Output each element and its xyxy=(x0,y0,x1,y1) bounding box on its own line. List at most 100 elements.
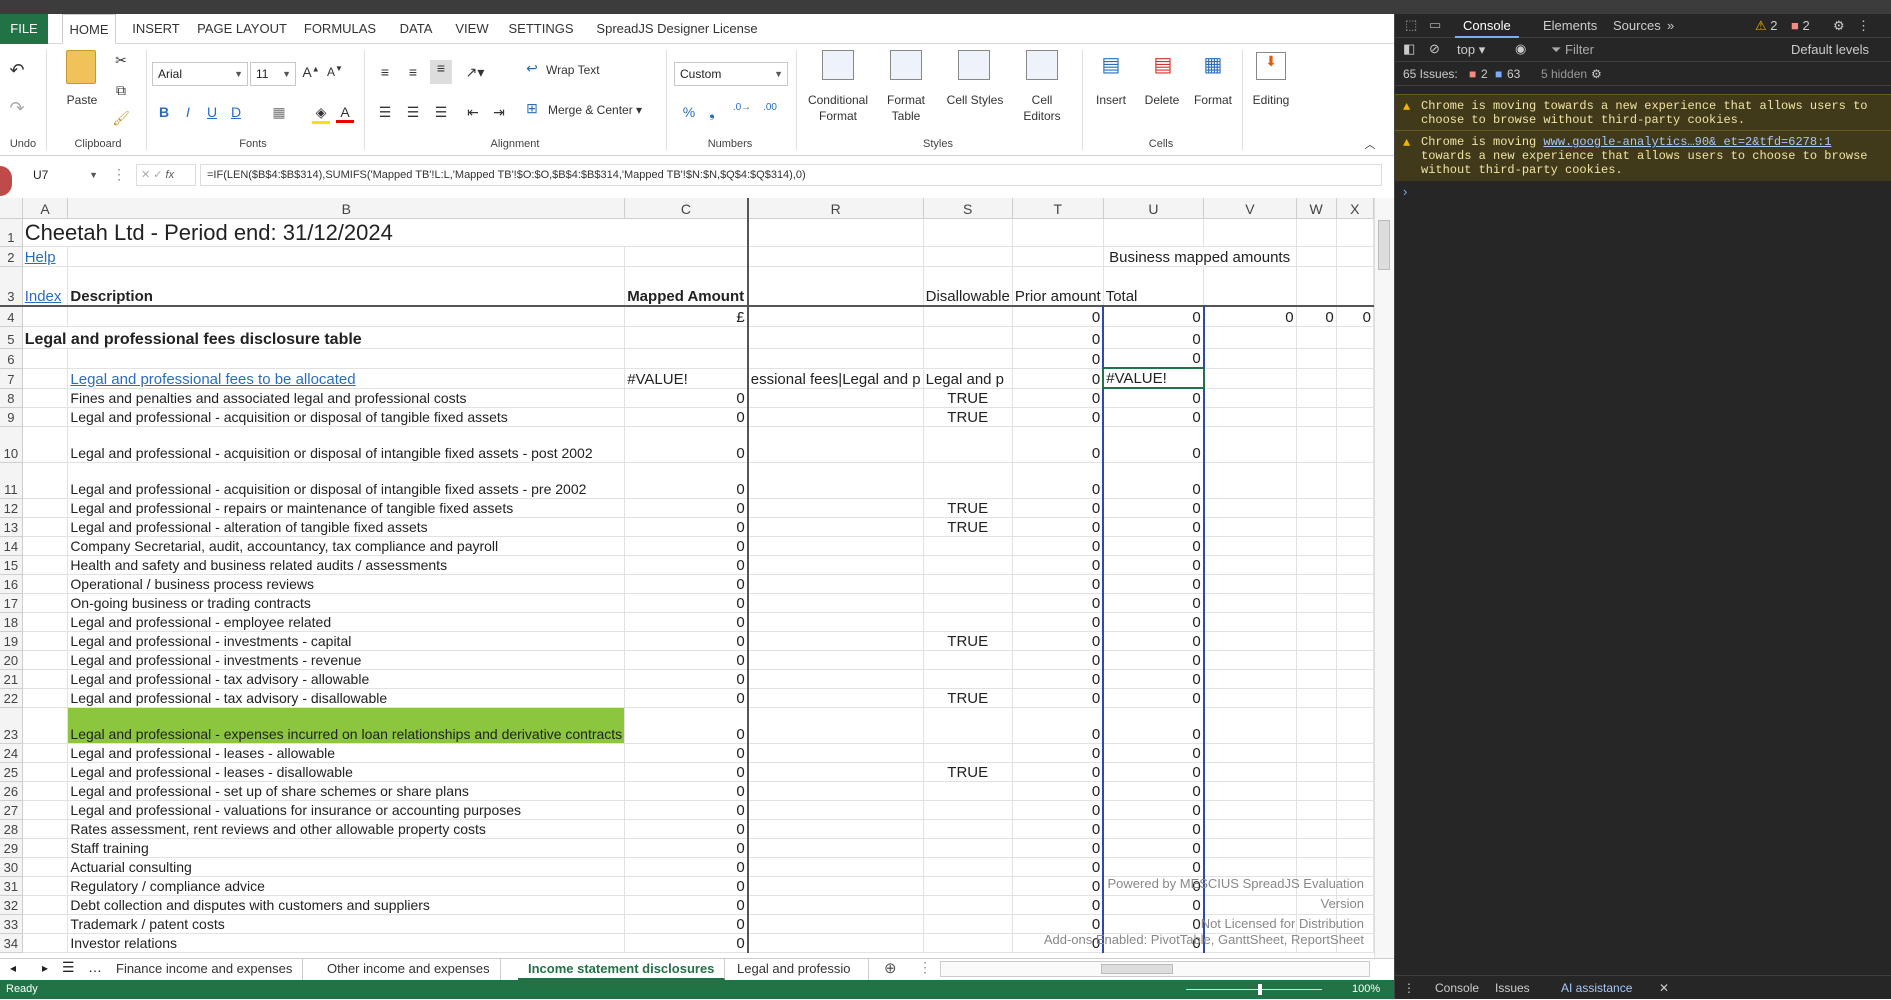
cell[interactable]: 0 xyxy=(1012,326,1104,349)
prior-amount-cell[interactable]: 0 xyxy=(1012,762,1104,782)
col-header[interactable]: W xyxy=(1296,198,1337,219)
cell[interactable] xyxy=(1336,650,1374,670)
cell[interactable] xyxy=(1296,707,1337,744)
cell[interactable] xyxy=(1296,762,1337,782)
horizontal-scroll-thumb[interactable] xyxy=(1101,964,1173,974)
prior-amount-cell[interactable]: 0 xyxy=(1012,800,1104,820)
cell[interactable] xyxy=(1203,631,1297,651)
bold-icon[interactable]: B xyxy=(156,104,172,120)
select-all-corner[interactable] xyxy=(0,198,23,219)
merge-center-button[interactable]: Merge & Center ▾ xyxy=(548,102,648,118)
prior-amount-cell[interactable]: 0 xyxy=(1012,426,1104,463)
increase-indent-icon[interactable]: ⇥ xyxy=(490,104,508,121)
cell[interactable] xyxy=(1296,800,1337,820)
more-tabs-icon[interactable]: » xyxy=(1667,14,1674,38)
cell[interactable] xyxy=(1203,838,1297,858)
prior-amount-cell[interactable]: 0 xyxy=(1012,781,1104,801)
cell[interactable] xyxy=(22,631,69,651)
cell[interactable] xyxy=(1296,555,1337,575)
cell-styles-button[interactable]: Cell Styles xyxy=(940,92,1010,108)
mapped-amount-cell[interactable]: 0 xyxy=(624,536,749,556)
settings-icon[interactable]: ⚙ xyxy=(1833,14,1845,38)
total-cell[interactable]: 0 xyxy=(1102,838,1205,858)
cell[interactable] xyxy=(22,555,69,575)
conditional-format-button[interactable]: Conditional Format xyxy=(802,92,874,124)
delete-cells-icon[interactable]: ▤ xyxy=(1148,52,1178,77)
disallowable-cell[interactable] xyxy=(923,838,1013,858)
cell[interactable] xyxy=(22,743,69,763)
console-prompt-icon[interactable]: › xyxy=(1403,184,1407,199)
mapped-amount-cell[interactable]: 0 xyxy=(624,555,749,575)
file-tab[interactable]: FILE xyxy=(0,14,48,44)
spreadsheet-grid[interactable]: A B C R S T U V W X 1 Cheetah Ltd - Peri… xyxy=(0,198,1374,958)
row-header[interactable]: 21 xyxy=(0,669,23,689)
cell[interactable] xyxy=(1336,498,1374,518)
cell-editors-icon[interactable] xyxy=(1026,50,1058,80)
cell[interactable] xyxy=(1336,688,1374,708)
prior-amount-cell[interactable]: 0 xyxy=(1012,462,1104,499)
vertical-scroll-thumb[interactable] xyxy=(1378,220,1390,270)
description-cell[interactable]: Legal and professional - repairs or main… xyxy=(67,498,626,518)
cell[interactable] xyxy=(22,838,69,858)
fill-color-icon[interactable]: ◈ xyxy=(312,104,330,124)
description-header[interactable]: Description xyxy=(67,266,626,307)
wrap-text-button[interactable]: Wrap Text xyxy=(546,62,616,78)
allocation-link[interactable]: Legal and professional fees to be alloca… xyxy=(67,368,626,389)
align-bottom-icon[interactable]: ≡ xyxy=(430,60,452,84)
prior-amount-cell[interactable]: 0 xyxy=(1012,838,1104,858)
disallowable-cell[interactable] xyxy=(923,574,1013,594)
cell[interactable] xyxy=(1296,631,1337,651)
tab-insert[interactable]: INSERT xyxy=(128,14,184,44)
tab-formulas[interactable]: FORMULAS xyxy=(300,14,380,44)
disallowable-cell[interactable] xyxy=(923,612,1013,632)
cell[interactable] xyxy=(1336,517,1374,537)
next-sheet-icon[interactable]: ▸ xyxy=(42,961,48,975)
total-cell[interactable]: 0 xyxy=(1102,388,1205,408)
disallowable-cell[interactable] xyxy=(923,555,1013,575)
help-link[interactable]: Help xyxy=(22,246,69,267)
drawer-tab-ai-assistance[interactable]: AI assistance xyxy=(1561,976,1632,1000)
cell[interactable] xyxy=(1336,819,1374,839)
total-cell[interactable]: 0 xyxy=(1102,743,1205,763)
row-header[interactable]: 8 xyxy=(0,388,23,408)
zoom-level[interactable]: 100% xyxy=(1352,980,1380,999)
sheet-tab[interactable]: Legal and professio xyxy=(727,959,869,980)
cell[interactable]: Legal and p xyxy=(923,368,1013,389)
col-header[interactable]: B xyxy=(67,198,626,219)
percent-icon[interactable]: % xyxy=(680,104,698,120)
fx-button[interactable]: ✕ ✓ fx xyxy=(136,164,196,186)
description-cell[interactable]: Legal and professional - employee relate… xyxy=(67,612,626,632)
disallowable-cell[interactable] xyxy=(923,462,1013,499)
disallowable-cell[interactable]: TRUE xyxy=(923,407,1013,427)
description-cell[interactable]: Legal and professional - expenses incurr… xyxy=(67,707,626,744)
align-top-icon[interactable]: ≡ xyxy=(376,64,394,80)
description-cell[interactable]: Legal and professional - tax advisory - … xyxy=(67,688,626,708)
row-header[interactable]: 4 xyxy=(0,306,23,327)
active-cell[interactable]: #VALUE! xyxy=(1102,367,1205,389)
cell[interactable] xyxy=(22,426,69,463)
cell-editors-button[interactable]: Cell Editors xyxy=(1016,92,1068,124)
row-header[interactable]: 7 xyxy=(0,368,23,389)
mapped-amount-cell[interactable]: 0 xyxy=(624,612,749,632)
cell[interactable] xyxy=(1336,631,1374,651)
cell[interactable] xyxy=(22,612,69,632)
row-header[interactable]: 15 xyxy=(0,555,23,575)
cell[interactable] xyxy=(22,707,69,744)
number-format-select[interactable]: Custom ▼ xyxy=(674,62,788,86)
cell[interactable] xyxy=(1203,388,1297,408)
cell[interactable] xyxy=(1203,426,1297,463)
cell[interactable] xyxy=(1203,743,1297,763)
row-header[interactable]: 14 xyxy=(0,536,23,556)
description-cell[interactable]: Legal and professional - acquisition or … xyxy=(67,462,626,499)
cell[interactable] xyxy=(1203,800,1297,820)
decrease-font-icon[interactable]: A▼ xyxy=(326,64,344,79)
description-cell[interactable]: Legal and professional - leases - allowa… xyxy=(67,743,626,763)
disallowable-cell[interactable]: TRUE xyxy=(923,388,1013,408)
italic-icon[interactable]: I xyxy=(180,104,196,120)
cell[interactable] xyxy=(22,688,69,708)
cell[interactable] xyxy=(22,933,69,953)
disallowable-cell[interactable] xyxy=(923,743,1013,763)
disallowable-cell[interactable] xyxy=(923,914,1013,934)
cell[interactable] xyxy=(1296,407,1337,427)
row-header[interactable]: 26 xyxy=(0,781,23,801)
